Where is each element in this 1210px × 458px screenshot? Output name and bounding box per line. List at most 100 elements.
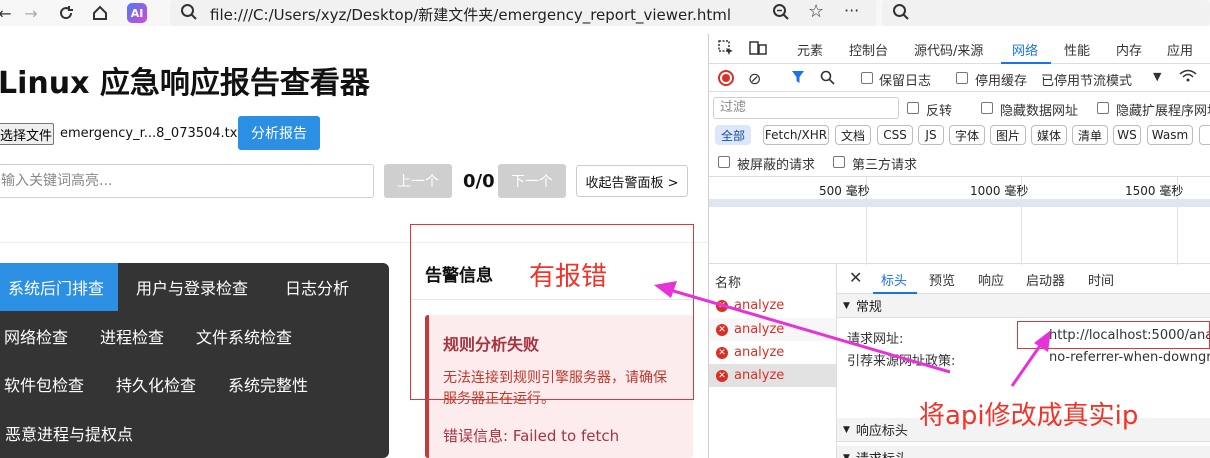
detail-tab-headers[interactable]: 标头: [881, 270, 907, 289]
devtools-tab-application[interactable]: 应用: [1167, 40, 1193, 59]
filter-funnel-icon[interactable]: [791, 70, 805, 88]
keyword-highlight-input[interactable]: 输入关键词高亮...: [0, 164, 374, 198]
annotation-has-error: 有报错: [529, 262, 608, 292]
tab-process-check[interactable]: 进程检查: [90, 312, 174, 360]
type-chip-css[interactable]: CSS: [877, 125, 913, 145]
devtools-tab-network[interactable]: 网络: [1012, 40, 1038, 59]
collapse-alert-panel-button[interactable]: 收起告警面板 >: [576, 165, 688, 197]
back-icon[interactable]: ←: [0, 2, 16, 24]
annotation-change-api: 将api修改成真实ip: [919, 401, 1139, 431]
wifi-icon[interactable]: [1179, 68, 1197, 88]
network-timeline: 500 毫秒 1000 毫秒 1500 毫秒: [709, 176, 1210, 265]
type-chip-wasm[interactable]: Wasm: [1147, 125, 1193, 145]
third-party-checkbox[interactable]: [833, 156, 845, 168]
reload-icon[interactable]: [55, 2, 77, 24]
detail-tab-initiator[interactable]: 启动器: [1026, 270, 1065, 289]
next-match-button[interactable]: 下一个: [498, 164, 566, 198]
detail-tab-response[interactable]: 响应: [978, 270, 1004, 289]
request-error-icon: ✕: [716, 299, 728, 312]
devtools-tab-strip: 元素 控制台 源代码/来源 网络 性能 内存 应用: [709, 34, 1210, 64]
request-row[interactable]: ✕ analyze: [709, 341, 836, 364]
more-options-icon[interactable]: ···: [844, 1, 859, 20]
hide-extension-urls-checkbox[interactable]: [1097, 102, 1109, 114]
favorite-star-icon[interactable]: ☆: [808, 1, 824, 22]
check-category-panel: 系统后门排查 用户与登录检查 日志分析 网络检查 进程检查 文件系统检查 软件包…: [0, 263, 389, 458]
inspect-element-icon[interactable]: [718, 40, 734, 60]
type-chip-all[interactable]: 全部: [715, 125, 751, 145]
type-chip-img[interactable]: 图片: [990, 125, 1026, 145]
type-chip-font[interactable]: 字体: [949, 125, 985, 145]
general-section-label: 常规: [855, 300, 882, 315]
tab-user-login-check[interactable]: 用户与登录检查: [120, 263, 264, 311]
devtools-tab-sources[interactable]: 源代码/来源: [914, 40, 983, 59]
request-headers-section[interactable]: ▼ 请求标头: [837, 446, 1210, 458]
request-headers-label: 请求标头: [856, 448, 908, 458]
devtools-tab-elements[interactable]: 元素: [797, 40, 823, 59]
request-error-icon: ✕: [716, 323, 728, 336]
clear-icon[interactable]: ⊘: [748, 69, 761, 88]
device-toolbar-icon[interactable]: [749, 40, 767, 60]
network-controls-row: ⊘ 保留日志 停用缓存 已停用节流模式 ▼: [709, 64, 1210, 92]
annotation-alert-box: [410, 224, 694, 400]
request-list-header: 名称: [715, 276, 742, 291]
tab-filesystem-check[interactable]: 文件系统检查: [186, 312, 302, 360]
close-icon[interactable]: ✕: [849, 268, 862, 287]
timeline-label-500: 500 毫秒: [819, 184, 870, 198]
home-icon[interactable]: [89, 2, 111, 24]
address-bar[interactable]: file:///C:/Users/xyz/Desktop/新建文件夹/emerg…: [170, 0, 876, 26]
devtools-tab-memory[interactable]: 内存: [1116, 40, 1142, 59]
general-section-header[interactable]: ▼ 常规: [837, 294, 1210, 318]
type-chip-fetch-xhr[interactable]: Fetch/XHR: [763, 125, 829, 145]
type-chip-doc[interactable]: 文档: [835, 125, 871, 145]
tab-package-check[interactable]: 软件包检查: [0, 360, 94, 408]
record-icon[interactable]: [718, 70, 734, 86]
preserve-log-checkbox[interactable]: [861, 72, 873, 84]
detail-tab-preview[interactable]: 预览: [929, 270, 955, 289]
forward-icon[interactable]: →: [20, 2, 42, 24]
chevron-down-icon[interactable]: ▼: [1153, 70, 1161, 83]
tab-network-check[interactable]: 网络检查: [0, 312, 78, 360]
timeline-label-1000: 1000 毫秒: [970, 184, 1029, 198]
zoom-icon[interactable]: [772, 3, 790, 25]
prev-match-button[interactable]: 上一个: [384, 164, 452, 198]
disable-cache-label: 停用缓存: [975, 74, 1028, 89]
choose-file-button[interactable]: 选择文件: [0, 123, 54, 145]
type-chip-media[interactable]: 媒体: [1031, 125, 1067, 145]
network-filter-input[interactable]: 过滤: [713, 97, 899, 119]
browser-toolbar: ← → AI file:///C:/Users/xyz/Desktop/新建文件…: [0, 0, 1210, 26]
sidebar-search-box[interactable]: [882, 0, 1210, 26]
detail-tab-strip: ✕ 标头 预览 响应 启动器 时间: [837, 264, 1210, 294]
type-chip-more[interactable]: [1199, 125, 1210, 145]
disable-cache-checkbox[interactable]: [956, 72, 968, 84]
request-error-icon: ✕: [716, 346, 728, 359]
tab-backdoor-check[interactable]: 系统后门排查: [0, 263, 118, 311]
type-chip-js[interactable]: JS: [918, 125, 944, 145]
detail-tab-timing[interactable]: 时间: [1088, 270, 1114, 289]
request-error-icon: ✕: [716, 369, 728, 382]
tab-persistence-check[interactable]: 持久化检查: [106, 360, 206, 408]
error-detail: 错误信息: Failed to fetch: [443, 427, 620, 445]
search-icon: [180, 3, 198, 25]
referrer-policy-value: no-referrer-when-downgrade: [1049, 350, 1210, 365]
hide-data-urls-checkbox[interactable]: [981, 102, 993, 114]
devtools-tab-performance[interactable]: 性能: [1064, 40, 1090, 59]
request-row[interactable]: ✕ analyze: [709, 294, 836, 317]
response-headers-label: 响应标头: [855, 424, 908, 439]
throttle-select[interactable]: 已停用节流模式: [1041, 70, 1132, 89]
type-chip-manifest[interactable]: 清单: [1072, 125, 1108, 145]
tab-log-analysis[interactable]: 日志分析: [268, 263, 366, 311]
tab-malicious-process[interactable]: 恶意进程与提权点: [0, 409, 144, 457]
invert-checkbox[interactable]: [907, 102, 919, 114]
request-row-selected[interactable]: ✕ analyze: [709, 364, 836, 387]
ai-extension-icon[interactable]: AI: [126, 2, 148, 24]
network-search-icon[interactable]: [820, 70, 835, 89]
timeline-overview-bar: [709, 199, 1210, 207]
request-url-label: 请求网址:: [847, 332, 904, 347]
request-row[interactable]: ✕ analyze: [709, 318, 836, 341]
tab-system-integrity[interactable]: 系统完整性: [218, 360, 318, 408]
type-chip-ws[interactable]: WS: [1113, 125, 1141, 145]
analyze-report-button[interactable]: 分析报告: [238, 116, 320, 150]
devtools-tab-console[interactable]: 控制台: [849, 40, 888, 59]
blocked-requests-checkbox[interactable]: [718, 156, 730, 168]
hide-extension-urls-label: 隐藏扩展程序网址: [1116, 104, 1210, 119]
